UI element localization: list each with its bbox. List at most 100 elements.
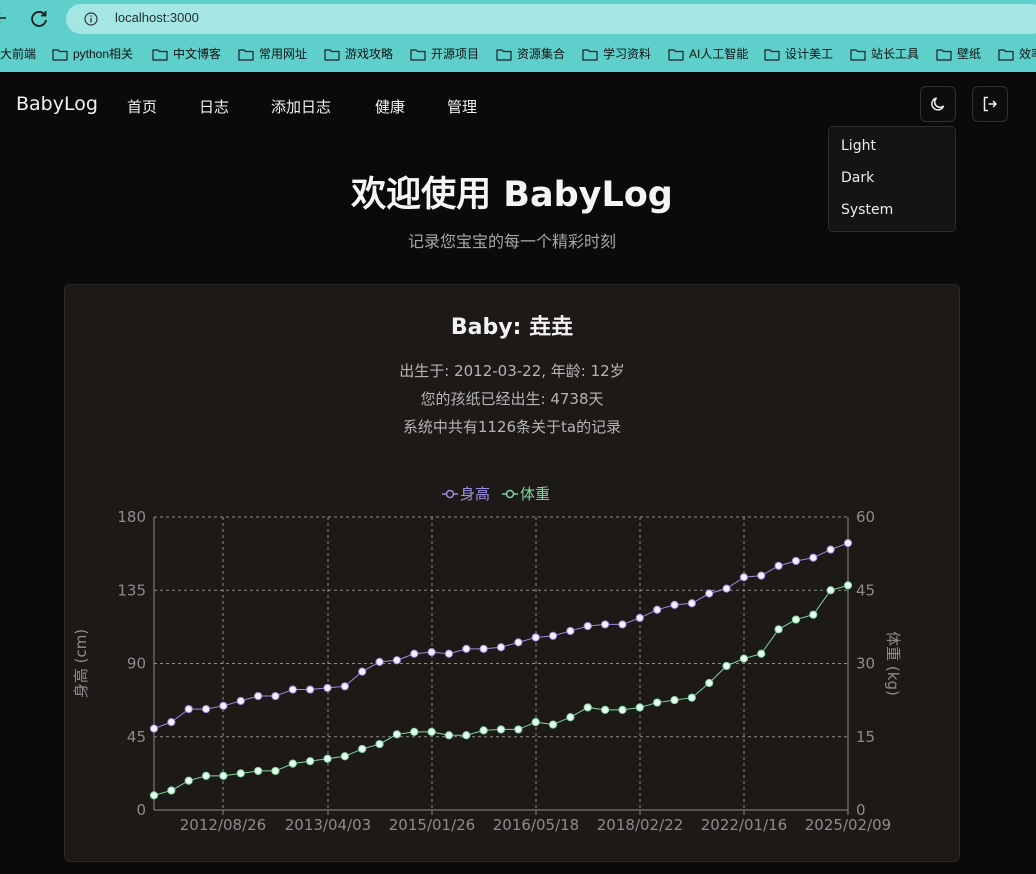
bookmark-item[interactable]: 开源项目 (410, 44, 479, 64)
data-point-weight (306, 757, 315, 766)
data-point-height (410, 649, 419, 658)
data-point-weight (444, 731, 454, 740)
data-point-height (774, 561, 783, 570)
data-point-height (340, 682, 349, 691)
brand-logo[interactable]: BabyLog (16, 93, 98, 115)
bookmark-item[interactable]: 常用网址 (238, 44, 307, 64)
legend-label: 身高 (460, 485, 490, 503)
data-point-weight (462, 731, 471, 740)
folder-icon (582, 48, 598, 61)
bookmark-item[interactable]: 大前端 (0, 44, 36, 64)
data-point-height (375, 657, 384, 666)
data-point-weight (583, 703, 592, 712)
data-point-height (149, 724, 159, 733)
data-point-weight (375, 739, 384, 749)
page-title: 欢迎使用 BabyLog (351, 175, 673, 215)
y-tick-label: 0 (136, 801, 146, 819)
data-point-weight (774, 625, 783, 634)
legend-label: 体重 (520, 485, 550, 503)
data-point-weight (340, 752, 349, 761)
data-point-height (618, 620, 627, 629)
bookmark-item[interactable]: 设计美工 (764, 44, 833, 64)
data-point-height (288, 685, 297, 694)
bookmark-item[interactable]: python相关 (52, 44, 133, 64)
data-point-weight (149, 791, 159, 800)
growth-chart: 0 045 1590 30135 45180 602012/08/26 2013/04/03… (72, 485, 902, 834)
bookmark-item[interactable]: AI人工智能 (668, 44, 748, 64)
data-point-weight (635, 703, 644, 712)
browser-chrome: localhost:3000 大前端 python相关 中文博客 常用网址 游戏… (0, 0, 1036, 72)
data-point-weight (514, 725, 523, 734)
bookmark-item[interactable]: 效率 (998, 44, 1036, 64)
bookmark-item[interactable]: 中文博客 (152, 44, 221, 64)
nav-link-logs[interactable]: 日志 (199, 96, 229, 117)
x-tick-label: 2025/02/09 (805, 816, 891, 834)
data-point-weight (739, 654, 749, 663)
data-point-height (184, 704, 193, 714)
bookmark-item[interactable]: 壁纸 (936, 44, 981, 64)
nav-link-health[interactable]: 健康 (375, 96, 405, 117)
url-text[interactable]: localhost:3000 (115, 10, 199, 25)
data-point-height (358, 667, 367, 676)
data-point-weight (531, 718, 540, 727)
folder-icon (496, 48, 512, 61)
data-point-weight (392, 730, 401, 739)
theme-toggle-button[interactable] (920, 86, 956, 122)
x-tick-label: 2016/05/18 (493, 816, 579, 834)
y2-axis-label: 体重 (kg) (884, 631, 902, 696)
folder-icon (410, 48, 426, 61)
data-point-height (444, 649, 454, 658)
data-point-height (635, 613, 644, 623)
data-point-height (514, 638, 523, 647)
folder-icon (152, 48, 168, 61)
folder-icon (850, 48, 866, 61)
reload-icon[interactable] (28, 8, 50, 30)
data-point-height (462, 644, 471, 653)
data-point-height (548, 631, 558, 640)
data-point-weight (670, 696, 679, 705)
folder-icon (324, 48, 340, 61)
data-point-height (670, 600, 679, 609)
data-point-height (566, 626, 575, 636)
bookmark-item[interactable]: 学习资料 (582, 44, 651, 64)
theme-option-light[interactable]: Light (841, 138, 876, 154)
address-bar[interactable] (66, 4, 1036, 34)
data-point-height (843, 538, 853, 548)
data-point-weight (653, 698, 662, 707)
data-point-height (791, 556, 801, 566)
data-point-height (687, 599, 696, 608)
bookmark-item[interactable]: 站长工具 (850, 44, 919, 64)
y-tick-label: 90 (127, 655, 146, 673)
data-point-weight (219, 771, 228, 780)
y2-tick-label: 30 (856, 655, 875, 673)
data-point-weight (288, 759, 297, 768)
data-point-weight (757, 649, 766, 658)
data-point-height (722, 584, 731, 593)
bookmark-item[interactable]: 资源集合 (496, 44, 565, 64)
y2-tick-label: 45 (856, 581, 875, 599)
data-point-weight (254, 766, 263, 776)
data-point-height (809, 553, 818, 562)
data-point-weight (358, 744, 367, 754)
data-point-weight (271, 766, 280, 776)
data-point-height (705, 589, 714, 598)
logout-button[interactable] (972, 86, 1008, 122)
page-subtitle: 记录您宝宝的每一个精彩时刻 (407, 232, 616, 251)
x-tick-label: 2012/08/26 (180, 816, 266, 834)
data-point-weight (843, 581, 853, 590)
y-tick-label: 180 (117, 508, 146, 526)
y2-tick-label: 60 (856, 508, 875, 526)
nav-link-home[interactable]: 首页 (127, 96, 157, 117)
nav-link-admin[interactable]: 管理 (447, 96, 477, 117)
data-point-height (601, 620, 610, 629)
moon-icon (931, 97, 945, 111)
y-tick-label: 135 (117, 581, 146, 599)
bookmark-item[interactable]: 游戏攻略 (324, 44, 393, 64)
data-point-height (271, 691, 280, 701)
folder-icon (668, 48, 684, 61)
nav-link-add-log[interactable]: 添加日志 (271, 96, 331, 117)
back-arrow-icon[interactable] (0, 8, 14, 28)
legend-marker (445, 489, 455, 499)
site-info-icon[interactable] (84, 11, 98, 26)
x-tick-label: 2022/01/16 (701, 816, 787, 834)
